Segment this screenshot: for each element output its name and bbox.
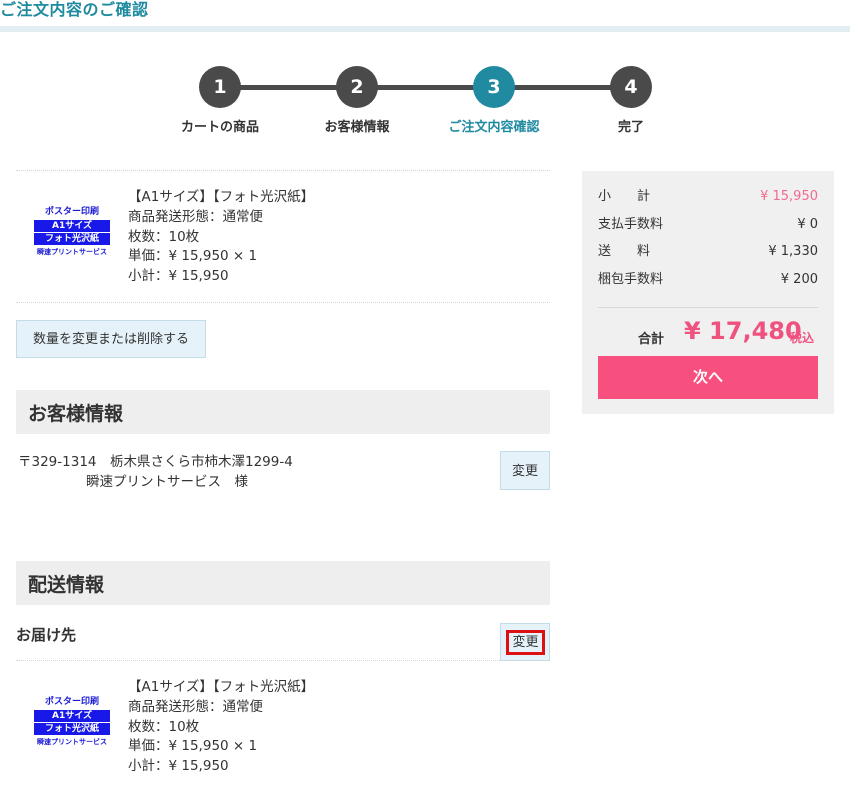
product-info: 【A1サイズ】【フォト光沢紙】 商品発送形態：通常便 枚数：10枚 単価：¥ 1… bbox=[128, 678, 314, 777]
step-number: 2 bbox=[336, 66, 378, 108]
summary-value: ¥ 0 bbox=[797, 217, 818, 232]
customer-address-block: 〒329-1314 栃木県さくら市柿木澤1299-4 瞬速プリントサービス 様 bbox=[18, 453, 293, 492]
product-subtotal: 小計：¥ 15,950 bbox=[128, 268, 229, 285]
thumb-text: 瞬速プリントサービス bbox=[37, 248, 107, 256]
next-button[interactable]: 次へ bbox=[598, 356, 818, 399]
summary-label: 送 料 bbox=[598, 244, 651, 259]
progress-steps: 1 カートの商品 2 お客様情報 3 ご注文内容確認 4 完了 bbox=[150, 60, 690, 140]
customer-change-button[interactable]: 変更 bbox=[500, 451, 550, 490]
step-label: お客様情報 bbox=[324, 120, 390, 135]
change-quantity-button[interactable]: 数量を変更または削除する bbox=[16, 320, 206, 358]
summary-label: 支払手数料 bbox=[598, 217, 664, 232]
divider bbox=[16, 302, 550, 303]
summary-label: 小 計 bbox=[598, 189, 651, 204]
thumb-text: A1サイズ bbox=[34, 710, 110, 722]
product-shipping: 商品発送形態：通常便 bbox=[128, 208, 263, 225]
section-title: お客様情報 bbox=[28, 403, 124, 425]
product-thumbnail: ポスター印刷 A1サイズ フォト光沢紙 瞬速プリントサービス bbox=[30, 696, 114, 752]
thumb-text: フォト光沢紙 bbox=[34, 723, 110, 735]
product-info: 【A1サイズ】【フォト光沢紙】 商品発送形態：通常便 枚数：10枚 単価：¥ 1… bbox=[128, 188, 314, 287]
page-title: ご注文内容のご確認 bbox=[0, 0, 149, 19]
delivery-product: ポスター印刷 A1サイズ フォト光沢紙 瞬速プリントサービス 【A1サイズ】【フ… bbox=[16, 660, 550, 774]
summary-value: ¥ 15,950 bbox=[760, 189, 818, 204]
step-number: 4 bbox=[610, 66, 652, 108]
change-button-label: 変更 bbox=[506, 630, 545, 655]
delivery-destination-label: お届け先 bbox=[16, 626, 77, 644]
thumb-text: 瞬速プリントサービス bbox=[37, 738, 107, 746]
summary-row-packing-fee: 梱包手数料 ¥ 200 bbox=[598, 270, 818, 290]
step-1: 1 カートの商品 bbox=[150, 66, 290, 135]
product-quantity: 枚数：10枚 bbox=[128, 718, 200, 735]
delivery-info-header: 配送情報 bbox=[16, 561, 550, 605]
page-header: ご注文内容のご確認 bbox=[0, 0, 850, 32]
customer-info-header: お客様情報 bbox=[16, 390, 550, 434]
thumb-text: ポスター印刷 bbox=[44, 697, 99, 707]
product-subtotal: 小計：¥ 15,950 bbox=[128, 758, 229, 775]
product-name: 【A1サイズ】【フォト光沢紙】 bbox=[128, 189, 315, 205]
step-number: 3 bbox=[473, 66, 515, 108]
summary-value: ¥ 1,330 bbox=[768, 244, 818, 259]
summary-value: ¥ 200 bbox=[780, 272, 818, 287]
section-title: 配送情報 bbox=[28, 574, 105, 596]
step-label: カートの商品 bbox=[180, 120, 259, 135]
summary-row-subtotal: 小 計 ¥ 15,950 bbox=[598, 187, 818, 207]
step-4: 4 完了 bbox=[561, 66, 701, 135]
customer-address: 〒329-1314 栃木県さくら市柿木澤1299-4 bbox=[18, 454, 293, 470]
tax-included-label: 税込 bbox=[790, 331, 815, 345]
step-3-current: 3 ご注文内容確認 bbox=[424, 66, 564, 135]
product-shipping: 商品発送形態：通常便 bbox=[128, 698, 263, 715]
product-name: 【A1サイズ】【フォト光沢紙】 bbox=[128, 679, 315, 695]
order-summary: 小 計 ¥ 15,950 支払手数料 ¥ 0 送 料 ¥ 1,330 梱包手数料… bbox=[582, 171, 834, 414]
cart-product: ポスター印刷 A1サイズ フォト光沢紙 瞬速プリントサービス 【A1サイズ】【フ… bbox=[16, 170, 550, 284]
step-number: 1 bbox=[199, 66, 241, 108]
product-quantity: 枚数：10枚 bbox=[128, 228, 200, 245]
summary-label: 梱包手数料 bbox=[598, 272, 664, 287]
delivery-change-button[interactable]: 変更 bbox=[500, 623, 550, 661]
customer-name: 瞬速プリントサービス 様 bbox=[86, 473, 248, 490]
thumb-text: A1サイズ bbox=[34, 220, 110, 232]
product-unit-price: 単価：¥ 15,950 × 1 bbox=[128, 248, 258, 265]
total-value: ¥ 17,480 bbox=[684, 317, 802, 345]
product-thumbnail: ポスター印刷 A1サイズ フォト光沢紙 瞬速プリントサービス bbox=[30, 206, 114, 262]
thumb-text: フォト光沢紙 bbox=[34, 233, 110, 245]
thumb-text: ポスター印刷 bbox=[44, 207, 99, 217]
total-label: 合計 bbox=[638, 332, 665, 347]
product-unit-price: 単価：¥ 15,950 × 1 bbox=[128, 738, 258, 755]
step-label: ご注文内容確認 bbox=[448, 120, 540, 135]
step-label: 完了 bbox=[617, 120, 644, 135]
summary-divider bbox=[598, 307, 818, 308]
summary-row-shipping: 送 料 ¥ 1,330 bbox=[598, 242, 818, 262]
step-2: 2 お客様情報 bbox=[287, 66, 427, 135]
summary-row-payment-fee: 支払手数料 ¥ 0 bbox=[598, 215, 818, 235]
